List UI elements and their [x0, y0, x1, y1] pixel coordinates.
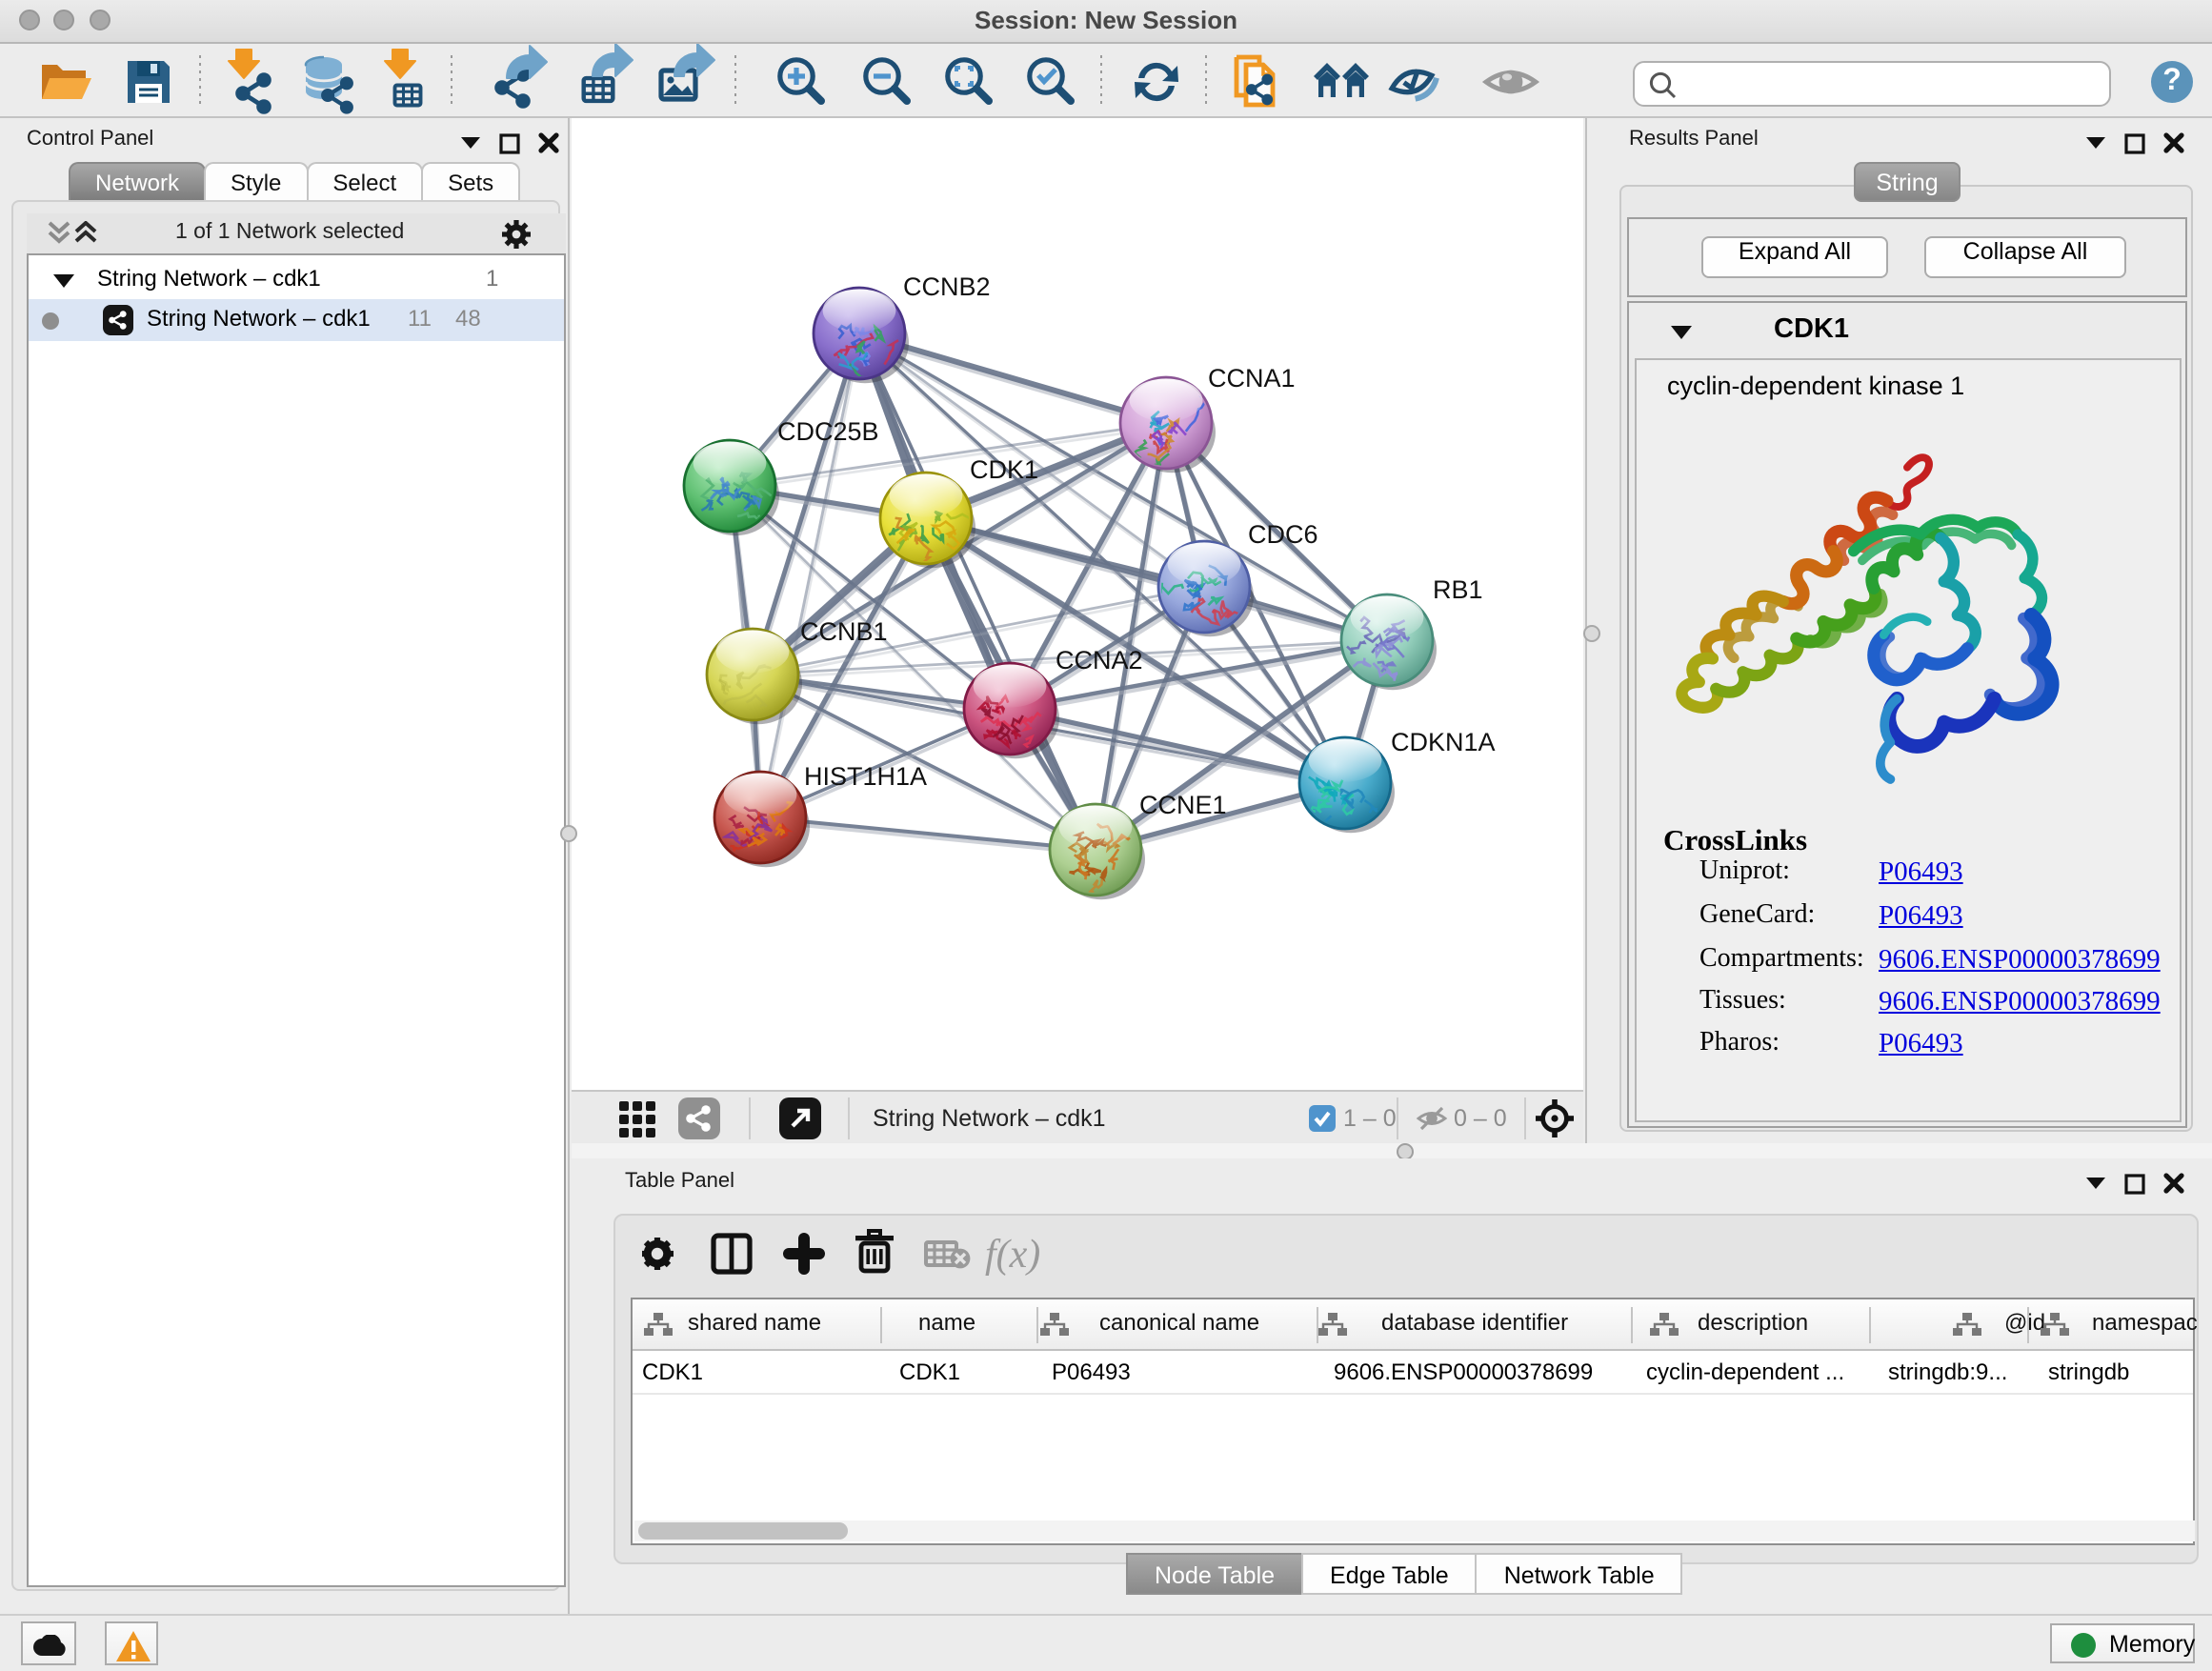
svg-text:HIST1H1A: HIST1H1A [804, 762, 927, 791]
svg-text:CCNB1: CCNB1 [800, 617, 888, 646]
svg-text:CCNA1: CCNA1 [1208, 364, 1296, 393]
svg-text:CCNE1: CCNE1 [1139, 791, 1227, 819]
svg-text:CCNB2: CCNB2 [903, 272, 991, 301]
svg-text:RB1: RB1 [1433, 575, 1483, 604]
svg-text:CCNA2: CCNA2 [1056, 646, 1143, 674]
svg-text:CDC6: CDC6 [1248, 520, 1318, 549]
svg-text:CDKN1A: CDKN1A [1391, 728, 1496, 756]
svg-text:CDK1: CDK1 [970, 455, 1038, 484]
svg-text:CDC25B: CDC25B [777, 417, 879, 446]
